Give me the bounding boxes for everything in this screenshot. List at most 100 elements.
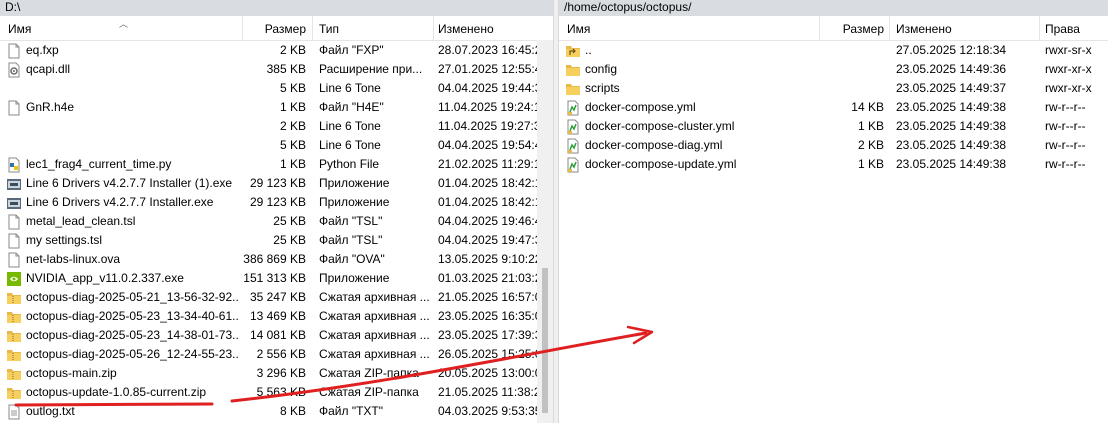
file-name: docker-compose-diag.yml [585,138,723,152]
local-vertical-scrollbar[interactable] [537,40,553,423]
local-path-bar[interactable]: D:\ [0,0,553,16]
file-row[interactable]: octopus-diag-2025-05-21_13-56-32-92... 35… [0,288,553,307]
file-type: Приложение [319,271,390,285]
file-size: 151 313 KB [243,271,306,285]
column-header-modified[interactable]: Изменено [438,16,536,40]
remote-file-row[interactable]: .. 27.05.2025 12:18:34 rwxr-sr-x [559,41,1108,60]
remote-file-row[interactable]: docker-compose-cluster.yml 1 KB 23.05.2025… [559,117,1108,136]
file-row[interactable]: octopus-main.zip 3 296 KB Сжатая ZIP-папка… [0,364,553,383]
file-type: Файл "OVA" [319,252,385,266]
file-modified: 04.04.2025 19:47:37 [438,233,537,247]
column-header-size[interactable]: Размер [820,16,884,40]
file-row[interactable]: Line 6 Drivers v4.2.7.7 Installer (1).ex… [0,174,553,193]
file-name: metal_lead_clean.tsl [26,214,136,228]
file-row[interactable]: octopus-diag-2025-05-23_13-34-40-61... 13… [0,307,553,326]
remote-path-bar[interactable]: /home/octopus/octopus/ [559,0,1108,16]
file-modified: 20.05.2025 13:00:02 [438,366,537,380]
file-row[interactable]: eq.fxp 2 KB Файл "FXP" 28.07.2023 16:45:28 [0,41,553,60]
file-type: Сжатая архивная ... [319,347,430,361]
file-rights: rw-r--r-- [1045,138,1086,152]
file-modified: 21.05.2025 16:57:02 [438,290,537,304]
file-modified: 01.04.2025 18:42:17 [438,176,537,190]
file-size: 5 KB [279,81,306,95]
file-name: octopus-diag-2025-05-23_14-38-01-73... [26,328,240,342]
file-type: Файл "FXP" [319,43,384,57]
file-size: 2 KB [857,138,884,152]
file-modified: 04.03.2025 9:53:35 [438,404,537,418]
file-name: Line 6 Drivers v4.2.7.7 Installer.exe [26,195,214,209]
column-header-name[interactable]: Имя [567,16,817,40]
file-name: net-labs-linux.ova [26,252,121,266]
file-size: 25 KB [273,233,306,247]
file-row[interactable]: 5 KB Line 6 Tone 04.04.2025 19:54:45 [0,136,553,155]
file-size: 29 123 KB [249,176,306,190]
column-header-rights[interactable]: Права [1045,16,1105,40]
file-row[interactable]: octopus-update-1.0.85-current.zip 5 563 K… [0,383,553,402]
file-type: Файл "H4E" [319,100,384,114]
file-row[interactable]: 5 KB Line 6 Tone 04.04.2025 19:44:34 [0,79,553,98]
file-size [820,79,884,98]
scrollbar-thumb[interactable] [542,268,548,413]
file-row[interactable]: my settings.tsl 25 KB Файл "TSL" 04.04.2025… [0,231,553,250]
parent-dir-icon [565,43,581,58]
python-icon [6,157,22,173]
file-row[interactable]: Line 6 Drivers v4.2.7.7 Installer.exe 29 … [0,193,553,212]
file-size: 2 556 KB [256,347,306,361]
file-size: 29 123 KB [249,195,306,209]
file-modified: 11.04.2025 19:27:34 [438,119,537,133]
file-size: 5 563 KB [256,385,306,399]
column-header-type[interactable]: Тип [319,16,431,40]
file-row[interactable]: lec1_frag4_current_time.py 1 KB Python Fil… [0,155,553,174]
file-row[interactable]: net-labs-linux.ova 386 869 KB Файл "OVA" 13… [0,250,553,269]
remote-file-row[interactable]: config 23.05.2025 14:49:36 rwxr-xr-x [559,60,1108,79]
file-size [820,60,884,79]
file-row[interactable]: octopus-diag-2025-05-23_14-38-01-73... 14… [0,326,553,345]
file-type: Line 6 Tone [319,81,381,95]
file-modified: 23.05.2025 14:49:38 [896,138,1007,152]
column-header-modified[interactable]: Изменено [896,16,1036,40]
file-size: 8 KB [279,404,306,418]
file-name: octopus-diag-2025-05-23_13-34-40-61... [26,309,240,323]
remote-file-panel: /home/octopus/octopus/ Имя Размер Измене… [559,0,1108,423]
file-modified: 23.05.2025 14:49:38 [896,157,1007,171]
file-modified: 04.04.2025 19:44:34 [438,81,537,95]
file-modified: 04.04.2025 19:54:45 [438,138,537,152]
file-modified: 13.05.2025 9:10:22 [438,252,537,266]
file-rights: rwxr-xr-x [1045,81,1092,95]
file-size: 3 296 KB [256,366,306,380]
file-row[interactable]: NVIDIA_app_v11.0.2.337.exe 151 313 KB Прил… [0,269,553,288]
file-row[interactable]: octopus-diag-2025-05-26_12-24-55-23... 2 … [0,345,553,364]
text-file-icon [6,404,22,420]
file-modified: 21.05.2025 11:38:26 [438,385,537,399]
local-file-list: eq.fxp 2 KB Файл "FXP" 28.07.2023 16:45:28 q… [0,41,553,421]
remote-file-row[interactable]: docker-compose-diag.yml 2 KB 23.05.2025 14… [559,136,1108,155]
file-name: docker-compose-cluster.yml [585,119,735,133]
yml-file-icon [565,100,581,116]
file-row[interactable]: metal_lead_clean.tsl 25 KB Файл "TSL" 04.04… [0,212,553,231]
file-icon [6,43,22,59]
local-file-panel: D:\ Имя ︿ Размер Тип Изменено eq.fxp 2 KB… [0,0,553,423]
file-type: Приложение [319,195,390,209]
file-name: GnR.h4e [26,100,75,114]
file-name: docker-compose-update.yml [585,157,737,171]
file-name: octopus-main.zip [26,366,117,380]
remote-file-row[interactable]: docker-compose-update.yml 1 KB 23.05.2025 … [559,155,1108,174]
file-modified: 26.05.2025 15:25:06 [438,347,537,361]
file-name: octopus-diag-2025-05-21_13-56-32-92... [26,290,240,304]
column-header-size[interactable]: Размер [243,16,306,40]
file-name: Line 6 Drivers v4.2.7.7 Installer (1).ex… [26,176,233,190]
file-name: my settings.tsl [26,233,103,247]
file-type: Файл "TXT" [319,404,384,418]
local-column-header: Имя ︿ Размер Тип Изменено [0,16,553,41]
file-name: config [585,62,618,76]
nvidia-icon [6,271,22,286]
file-row[interactable]: outlog.txt 8 KB Файл "TXT" 04.03.2025 9:53:… [0,402,553,421]
remote-file-row[interactable]: scripts 23.05.2025 14:49:37 rwxr-xr-x [559,79,1108,98]
remote-file-row[interactable]: docker-compose.yml 14 KB 23.05.2025 14:49:… [559,98,1108,117]
file-modified: 23.05.2025 17:39:38 [438,328,537,342]
file-icon [6,252,22,268]
file-row[interactable]: 2 KB Line 6 Tone 11.04.2025 19:27:34 [0,117,553,136]
file-type: Файл "TSL" [319,214,383,228]
file-row[interactable]: GnR.h4e 1 KB Файл "H4E" 11.04.2025 19:24:11 [0,98,553,117]
file-row[interactable]: qcapi.dll 385 KB Расширение при... 27.01.20… [0,60,553,79]
